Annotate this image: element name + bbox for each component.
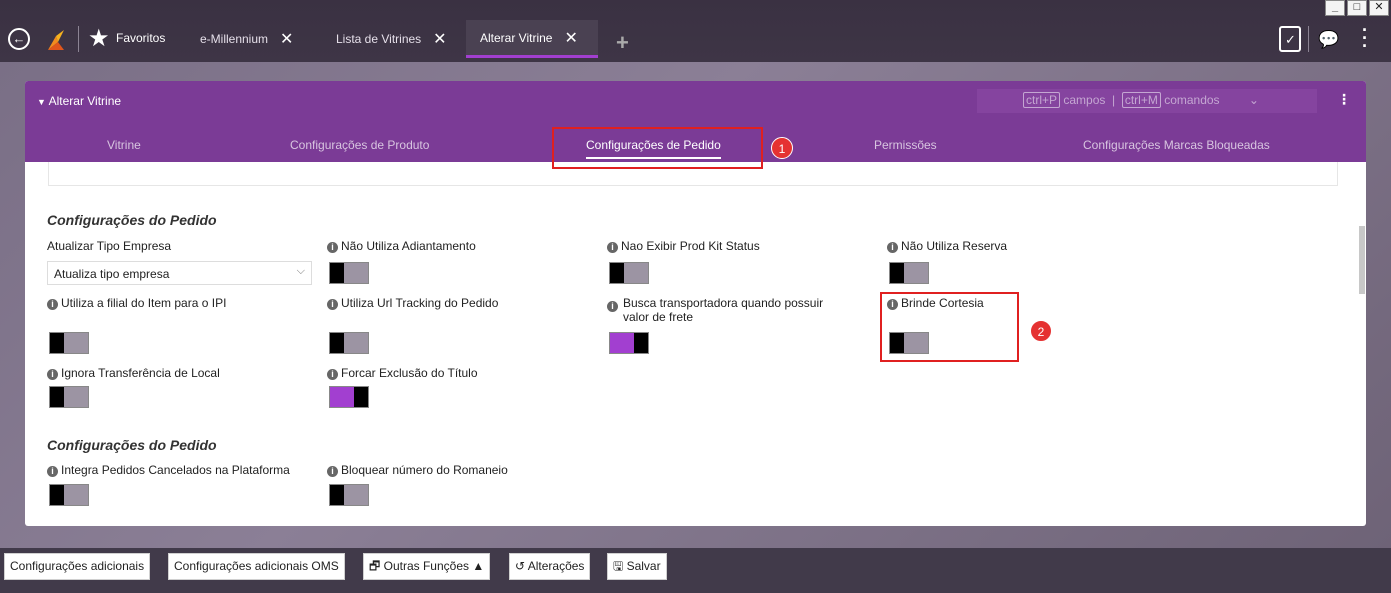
- close-icon[interactable]: ✕: [564, 28, 577, 48]
- info-icon[interactable]: i: [47, 369, 58, 380]
- tab-label: Alterar Vitrine: [480, 30, 553, 45]
- ignora-transferencia-label: i Ignora Transferência de Local: [47, 366, 220, 380]
- nao-utiliza-reserva-toggle[interactable]: [889, 262, 929, 284]
- info-icon[interactable]: i: [47, 466, 58, 477]
- shortcut-commands-label: comandos: [1164, 93, 1220, 107]
- chat-icon[interactable]: 💬: [1318, 30, 1339, 50]
- tab-configuracoes-marcas[interactable]: Configurações Marcas Bloqueadas: [1083, 138, 1270, 152]
- info-icon[interactable]: i: [327, 466, 338, 477]
- info-icon[interactable]: i: [607, 242, 618, 253]
- bloquear-romaneio-label: i Bloquear número do Romaneio: [327, 463, 508, 477]
- utiliza-filial-label: i Utiliza a filial do Item para o IPI: [47, 296, 226, 310]
- panel-title-text: Alterar Vitrine: [48, 94, 122, 108]
- shortcut-fields-key[interactable]: ctrl+P: [1023, 92, 1061, 108]
- info-icon[interactable]: i: [327, 369, 338, 380]
- outras-funcoes-label: Outras Funções: [383, 559, 469, 573]
- ignora-transferencia-toggle[interactable]: [49, 386, 89, 408]
- shortcut-commands-key[interactable]: ctrl+M: [1121, 92, 1161, 108]
- panel-more-icon[interactable]: ⋮: [1337, 91, 1351, 108]
- history-icon: ↺: [515, 559, 526, 573]
- bottom-toolbar: Configurações adicionais Configurações a…: [0, 548, 1391, 593]
- panel-title[interactable]: ▼ Alterar Vitrine: [37, 94, 121, 108]
- alteracoes-label: Alterações: [527, 559, 585, 573]
- nao-utiliza-adiantamento-label: i Não Utiliza Adiantamento: [327, 239, 476, 253]
- annotation-badge-2: 2: [1030, 320, 1052, 342]
- shortcut-fields-label: campos: [1063, 93, 1106, 107]
- clipboard-check-icon[interactable]: ✓: [1279, 26, 1301, 52]
- scrollbar[interactable]: [1359, 226, 1365, 294]
- forcar-exclusao-toggle[interactable]: [329, 386, 369, 408]
- busca-transportadora-label: i Busca transportadora quando possuir val…: [607, 296, 847, 324]
- nao-utiliza-reserva-label: i Não Utiliza Reserva: [887, 239, 1007, 253]
- tab-alterar-vitrine[interactable]: Alterar Vitrine ✕: [466, 20, 598, 58]
- utiliza-filial-toggle[interactable]: [49, 332, 89, 354]
- chevron-up-icon: ▲: [472, 559, 485, 573]
- caret-down-icon: ▼: [37, 97, 46, 107]
- info-icon[interactable]: i: [327, 242, 338, 253]
- close-icon[interactable]: ✕: [280, 29, 293, 49]
- annotation-box-2: [880, 292, 1019, 362]
- info-icon[interactable]: i: [607, 301, 618, 312]
- back-arrow-icon[interactable]: ←: [8, 28, 30, 50]
- tab-vitrine[interactable]: Vitrine: [107, 138, 141, 152]
- star-icon[interactable]: ★: [88, 24, 110, 53]
- info-icon[interactable]: i: [887, 242, 898, 253]
- atualizar-tipo-empresa-label: Atualizar Tipo Empresa: [47, 239, 172, 253]
- outras-funcoes-button[interactable]: 🗗 Outras Funções ▲: [363, 553, 491, 580]
- integra-pedidos-label: i Integra Pedidos Cancelados na Plataform…: [47, 463, 290, 477]
- alteracoes-button[interactable]: ↺ Alterações: [509, 553, 591, 580]
- nao-utiliza-adiantamento-toggle[interactable]: [329, 262, 369, 284]
- salvar-label: Salvar: [626, 559, 661, 573]
- window-controls: _ □ ✕: [1325, 0, 1389, 16]
- divider: [78, 26, 79, 52]
- close-window-icon[interactable]: ✕: [1369, 0, 1389, 16]
- favorites-label[interactable]: Favoritos: [116, 31, 165, 45]
- maximize-icon[interactable]: □: [1347, 0, 1367, 16]
- select-value: Atualiza tipo empresa: [54, 267, 170, 281]
- chevron-down-icon[interactable]: ⌄: [1249, 93, 1259, 107]
- annotation-badge-1: 1: [771, 137, 793, 159]
- annotation-box-1: [552, 127, 763, 169]
- tab-lista-de-vitrines[interactable]: Lista de Vitrines ✕: [322, 20, 461, 58]
- section-title: Configurações do Pedido: [47, 437, 217, 453]
- save-icon: 🖫: [613, 559, 624, 573]
- close-icon[interactable]: ✕: [433, 29, 446, 49]
- divider: [1308, 26, 1309, 52]
- add-tab-icon[interactable]: +: [616, 30, 629, 56]
- tab-configuracoes-produto[interactable]: Configurações de Produto: [290, 138, 429, 152]
- integra-pedidos-toggle[interactable]: [49, 484, 89, 506]
- info-icon[interactable]: i: [327, 299, 338, 310]
- bloquear-romaneio-toggle[interactable]: [329, 484, 369, 506]
- tab-e-millennium[interactable]: e-Millennium ✕: [186, 20, 307, 58]
- title-bar: _ □ ✕ ← ★ Favoritos e-Millennium ✕ Lista…: [0, 0, 1391, 62]
- utiliza-url-tracking-label: i Utiliza Url Tracking do Pedido: [327, 296, 498, 310]
- shortcuts: ctrl+P campos | ctrl+M comandos ⌄: [1023, 92, 1259, 108]
- app-logo-icon: [48, 30, 64, 50]
- more-menu-icon[interactable]: · · ·: [1362, 21, 1368, 55]
- configuracoes-adicionais-button[interactable]: Configurações adicionais: [4, 553, 151, 580]
- section-title: Configurações do Pedido: [47, 212, 217, 228]
- info-icon[interactable]: i: [47, 299, 58, 310]
- nao-exibir-prod-kit-toggle[interactable]: [609, 262, 649, 284]
- nao-exibir-prod-kit-label: i Nao Exibir Prod Kit Status: [607, 239, 760, 253]
- salvar-button[interactable]: 🖫 Salvar: [607, 553, 667, 580]
- configuracoes-adicionais-oms-button[interactable]: Configurações adicionais OMS: [168, 553, 345, 580]
- tab-label: Lista de Vitrines: [336, 32, 422, 46]
- minimize-icon[interactable]: _: [1325, 0, 1345, 16]
- edit-icon: 🗗: [369, 559, 381, 573]
- tab-label: e-Millennium: [200, 32, 269, 46]
- utiliza-url-tracking-toggle[interactable]: [329, 332, 369, 354]
- chevron-down-icon: ⌵: [296, 265, 305, 277]
- busca-transportadora-toggle[interactable]: [609, 332, 649, 354]
- forcar-exclusao-label: i Forcar Exclusão do Título: [327, 366, 478, 380]
- tab-permissoes[interactable]: Permissões: [874, 138, 937, 152]
- atualizar-tipo-empresa-select[interactable]: Atualiza tipo empresa ⌵: [47, 261, 312, 285]
